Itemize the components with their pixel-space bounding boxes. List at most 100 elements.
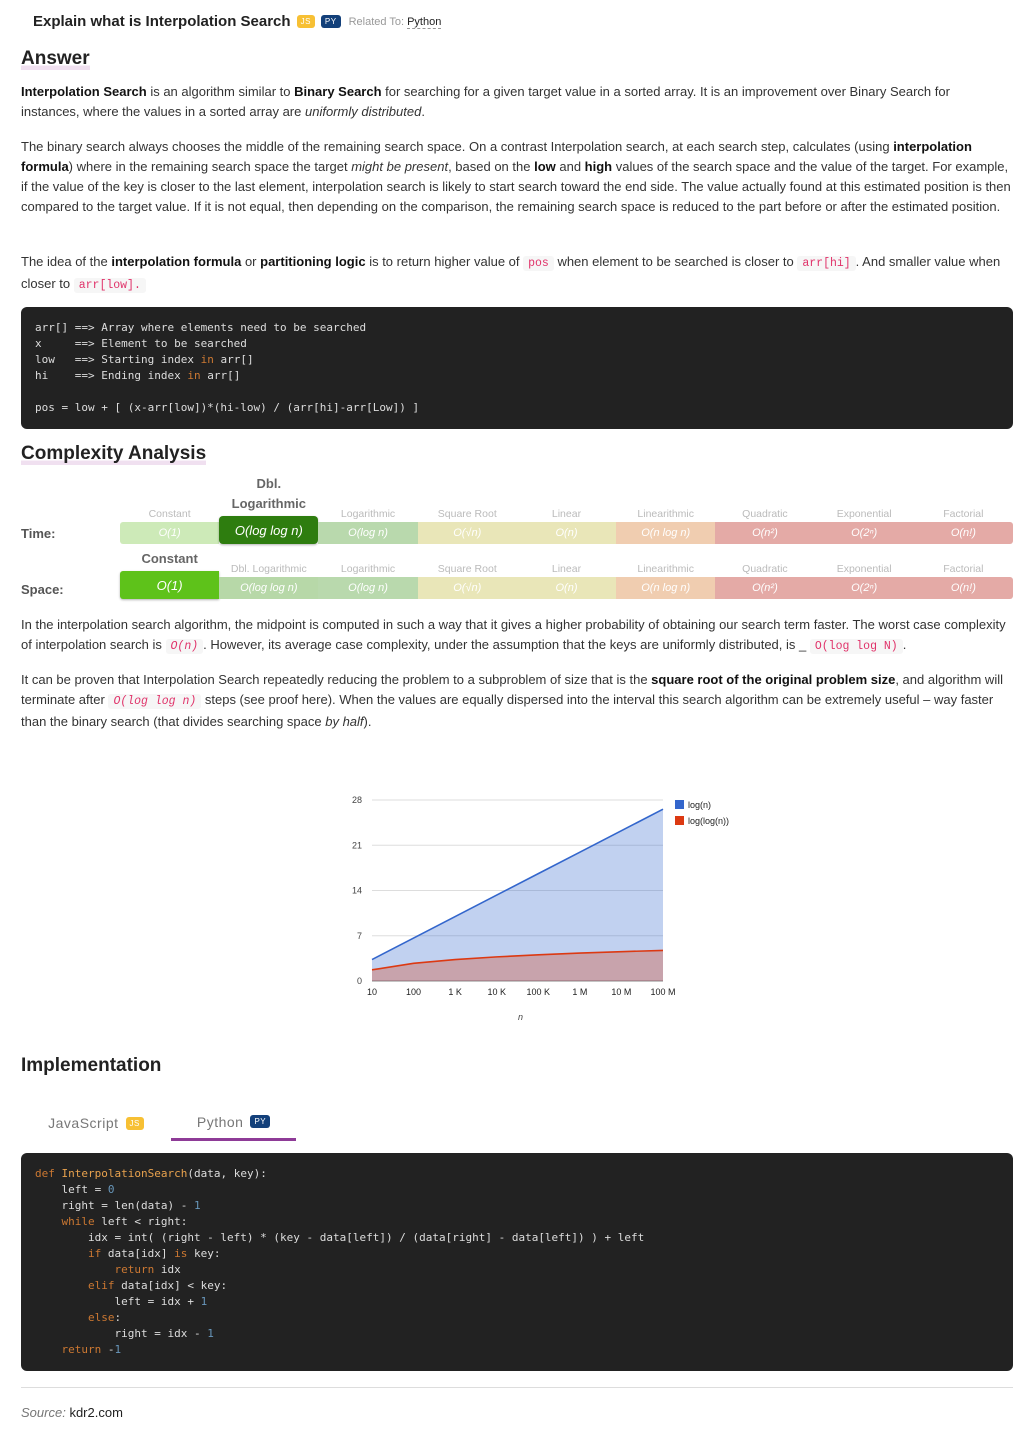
y-tick-label: 21 (352, 840, 362, 850)
related-label: Related To: (348, 15, 405, 28)
text-run: . However, its average case complexity, … (203, 637, 810, 652)
code-token: low ==> Starting index (35, 353, 201, 366)
code-token: 1 (207, 1327, 214, 1340)
complexity-class-name: Dbl. Logarithmic (231, 476, 307, 511)
code-token: arr[] ==> Array where elements need to b… (35, 321, 367, 334)
complexity-cell: Logarithmic O(log n) (318, 563, 418, 599)
complexity-cell: Exponential O(2ⁿ) (814, 508, 914, 544)
complexity-value: O(n²) (752, 582, 778, 594)
complexity-class-name: Logarithmic (340, 508, 396, 520)
code-token: def (35, 1167, 62, 1180)
code-token: 1 (193, 1199, 201, 1212)
legend-label: log(log(n)) (688, 816, 729, 826)
complexity-value: O(n!) (950, 527, 976, 539)
complexity-cell: Linear O(n) (516, 563, 617, 599)
bold-text: square root of the original problem size (651, 672, 896, 687)
complexity-class-name: Linearithmic (637, 508, 694, 520)
code-token: elif (35, 1279, 115, 1292)
text-run: or (241, 254, 261, 269)
code-token: hi ==> Ending index (35, 369, 188, 382)
code-token: data[idx] (101, 1247, 175, 1260)
code-token: while (35, 1215, 95, 1228)
complexity-value: O(n log n) (641, 527, 691, 539)
complexity-class-name: Constant (141, 551, 198, 566)
complexity-cell: Constant O(1) (120, 551, 220, 599)
code-line: def InterpolationSearch(data, key): (35, 1166, 999, 1182)
tab-label: Python (196, 1113, 244, 1130)
related-to: Related To: Python (348, 15, 442, 29)
code-line: return idx (35, 1262, 999, 1278)
answer-paragraph: Interpolation Search is an algorithm sim… (21, 82, 1011, 122)
complexity-cell: Dbl. Logarithmic O(log log n) (219, 476, 319, 544)
tab-javascript[interactable]: JavaScript JS (21, 1105, 171, 1141)
text-run: The idea of the (21, 254, 112, 269)
x-tick-label: 1 K (448, 987, 462, 997)
x-tick-label: 10 (367, 987, 377, 997)
complexity-value: O(log n) (348, 527, 388, 539)
complexity-value: O(n) (555, 582, 578, 594)
x-tick-label: 100 K (527, 987, 551, 997)
code-token: key: (187, 1247, 221, 1260)
complexity-class-name: Square Root (437, 508, 497, 520)
code-line: hi ==> Ending index in arr[] (35, 368, 999, 384)
y-tick-label: 14 (352, 886, 362, 896)
tab-python[interactable]: Python PY (171, 1105, 296, 1141)
y-tick-label: 28 (352, 795, 362, 805)
code-line: left = idx + 1 (35, 1294, 999, 1310)
formula-code-block: arr[] ==> Array where elements need to b… (21, 307, 1013, 429)
text-run: The binary search always chooses the mid… (21, 139, 894, 154)
bold-text: Binary Search (294, 84, 382, 99)
complexity-class-name: Linearithmic (637, 563, 694, 575)
inline-code: pos (523, 256, 554, 271)
complexity-value: O(log log n) (234, 522, 303, 538)
code-line: arr[] ==> Array where elements need to b… (35, 320, 999, 336)
text-run: It can be proven that Interpolation Sear… (21, 672, 652, 687)
complexity-cell: Square Root O(√n) (417, 563, 517, 599)
bold-text: low (534, 159, 556, 174)
text-run: is to return higher value of (365, 254, 524, 269)
complexity-value: O(√n) (453, 527, 482, 539)
related-link[interactable]: Python (407, 15, 442, 29)
complexity-class-name: Dbl. Logarithmic (230, 563, 307, 575)
text-run: , based on the (448, 159, 535, 174)
space-label: Space: (21, 582, 64, 597)
code-token: 0 (107, 1183, 115, 1196)
code-token: pos = low + [ (x-arr[low])*(hi-low) / (a… (35, 401, 420, 414)
code-token: is (174, 1247, 188, 1260)
code-line: right = len(data) - 1 (35, 1198, 999, 1214)
text-run: . (902, 637, 907, 652)
complexity-class-name: Exponential (836, 508, 892, 520)
complexity-paragraph: It can be proven that Interpolation Sear… (21, 670, 1011, 732)
code-line: low ==> Starting index in arr[] (35, 352, 999, 368)
complexity-value: O(n²) (752, 527, 778, 539)
complexity-class-name: Quadratic (742, 563, 788, 575)
bold-text: Interpolation Search (21, 84, 147, 99)
source-line: Source: kdr2.com (21, 1405, 123, 1420)
code-line: while left < right: (35, 1214, 999, 1230)
inline-code: O(log log n) (108, 694, 202, 709)
code-token: else (35, 1311, 115, 1324)
complexity-cell: Logarithmic O(log n) (318, 508, 418, 544)
complexity-heading: Complexity Analysis (21, 443, 207, 465)
complexity-class-name: Quadratic (742, 508, 788, 520)
code-token: (data, key): (187, 1167, 267, 1180)
x-tick-label: 10 M (611, 987, 631, 997)
complexity-cell: Constant O(1) (120, 508, 220, 544)
python-code-block: def InterpolationSearch(data, key): left… (21, 1153, 1013, 1371)
source-value: kdr2.com (69, 1405, 123, 1420)
italic-text: might be present (351, 159, 449, 174)
code-token: in (200, 353, 214, 366)
code-token: data[idx] < key: (114, 1279, 228, 1292)
divider (21, 1387, 1013, 1388)
text-run: ) where in the remaining search space th… (68, 159, 352, 174)
answer-paragraph: The idea of the interpolation formula or… (21, 252, 1011, 296)
tab-label: JavaScript (48, 1115, 119, 1131)
complexity-value: O(log n) (348, 582, 388, 594)
title-text: Explain what is Interpolation Search (33, 13, 291, 30)
code-token: 1 (114, 1343, 122, 1356)
language-tabs: JavaScript JS Python PY (21, 1105, 296, 1141)
code-token: idx = int( (right - left) * (key - data[… (35, 1231, 645, 1244)
complexity-class-name: Logarithmic (340, 563, 396, 575)
complexity-class-name: Factorial (943, 508, 984, 520)
